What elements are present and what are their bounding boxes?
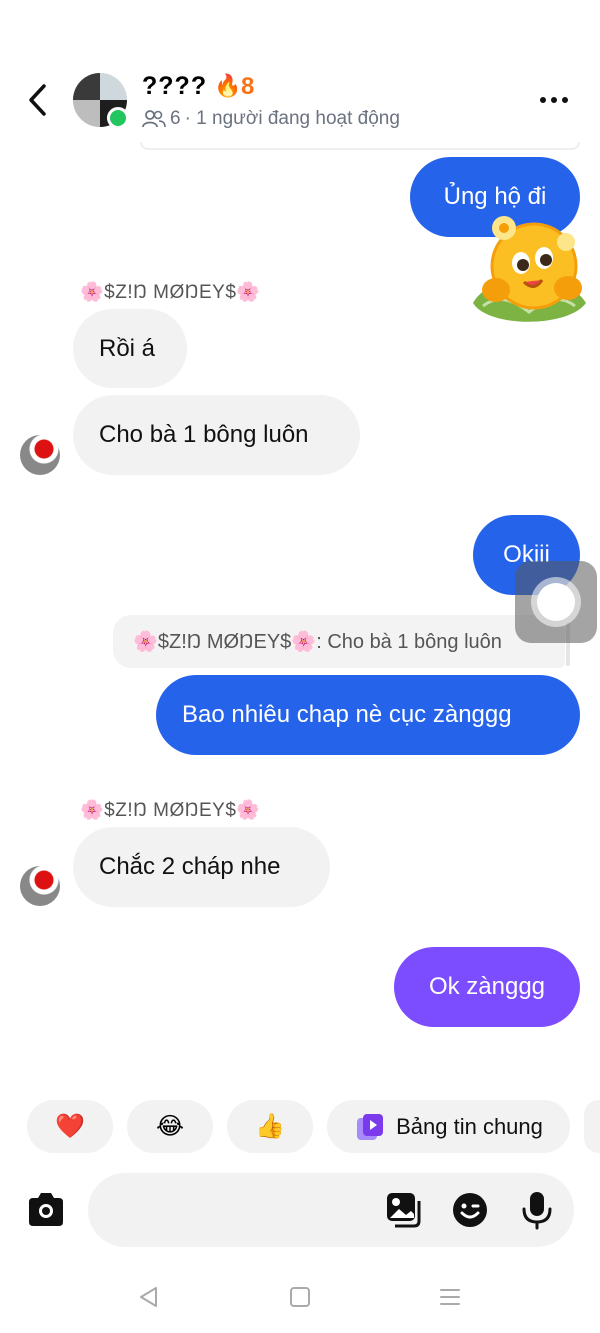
gallery-icon [387, 1193, 421, 1228]
message-outgoing[interactable]: Ok zànggg [394, 947, 580, 1027]
voice-button[interactable] [517, 1190, 557, 1230]
assistive-touch-button[interactable] [515, 561, 597, 643]
message-outgoing[interactable]: Bao nhiêu chap nè cục zànggg [156, 675, 580, 755]
quick-react-laugh[interactable]: 😂 [127, 1100, 213, 1153]
thumbs-up-icon: 👍 [255, 1113, 285, 1140]
member-count: 6 [170, 108, 181, 129]
message-incoming[interactable]: Rồi á [73, 309, 187, 388]
nav-home-button[interactable] [280, 1282, 320, 1312]
shared-feed-label: Bảng tin chung [396, 1113, 543, 1139]
members-icon [142, 110, 166, 128]
sticker-button[interactable] [450, 1190, 490, 1230]
active-status-text: · 1 người đang hoạt động [184, 108, 400, 129]
chat-title[interactable]: ???? [142, 72, 207, 101]
gallery-button[interactable] [384, 1190, 424, 1230]
pinned-edge [140, 142, 580, 150]
emoji-wink-icon [453, 1193, 487, 1227]
shared-feed-button[interactable]: Bảng tin chung [327, 1100, 570, 1153]
back-button[interactable] [22, 82, 52, 118]
heart-icon: ❤️ [55, 1113, 85, 1140]
message-incoming[interactable]: Cho bà 1 bông luôn [73, 395, 360, 475]
camera-button[interactable] [25, 1190, 67, 1230]
online-status-dot [107, 107, 129, 129]
message-composer[interactable] [88, 1173, 574, 1247]
sender-name: 🌸$Z!Ŋ MØŊEY$🌸 [80, 282, 261, 303]
chat-header: ???? 🔥 8 6 · 1 người đang hoạt động [0, 60, 600, 150]
sender-avatar[interactable] [20, 866, 60, 906]
system-nav-bar [0, 1262, 600, 1333]
reply-quote[interactable]: 🌸$Z!Ŋ MØŊEY$🌸: Cho bà 1 bông luôn [113, 615, 565, 668]
sender-name: 🌸$Z!Ŋ MØŊEY$🌸 [80, 800, 261, 821]
streak-count: 8 [241, 73, 255, 100]
message-incoming[interactable]: Chắc 2 cháp nhe [73, 827, 330, 907]
fire-icon: 🔥 [214, 73, 242, 98]
message-input[interactable] [110, 1191, 370, 1229]
more-options-button[interactable] [534, 86, 574, 114]
quick-react-thumbs-up[interactable]: 👍 [227, 1100, 313, 1153]
camera-icon [29, 1193, 63, 1226]
nav-back-button[interactable] [128, 1282, 168, 1312]
nav-recents-button[interactable] [430, 1282, 470, 1312]
microphone-icon [522, 1192, 552, 1230]
video-feed-icon [357, 1113, 384, 1140]
menu-lines-icon [440, 1289, 460, 1305]
quick-react-heart[interactable]: ❤️ [27, 1100, 113, 1153]
square-home-icon [290, 1287, 310, 1307]
triangle-back-icon [140, 1287, 157, 1307]
sender-avatar[interactable] [20, 435, 60, 475]
laugh-icon: 😂 [155, 1113, 185, 1140]
chat-subtitle: 6 · 1 người đang hoạt động [142, 108, 400, 130]
quick-reply-overflow[interactable] [584, 1100, 600, 1153]
chevron-left-icon [29, 84, 46, 116]
sunflower-sticker[interactable] [468, 208, 590, 328]
